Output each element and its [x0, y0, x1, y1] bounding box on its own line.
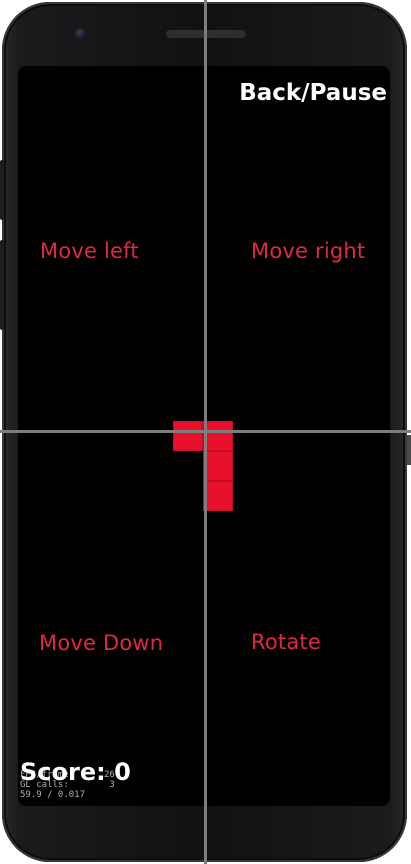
rotate-label: Rotate — [251, 630, 321, 654]
piece-block — [203, 451, 233, 481]
move-down-zone[interactable] — [18, 432, 206, 806]
edge-indicator — [407, 435, 411, 465]
rotate-zone[interactable] — [206, 432, 390, 806]
piece-block — [203, 421, 233, 451]
move-right-label: Move right — [251, 239, 366, 263]
device-frame: Back/Pause Move left Move right Move Dow… — [0, 0, 411, 864]
back-pause-button[interactable]: Back/Pause — [239, 80, 387, 106]
power-button — [0, 160, 4, 220]
piece-block — [203, 481, 233, 511]
horizontal-divider — [0, 430, 411, 433]
front-camera-icon — [75, 28, 86, 39]
move-left-label: Move left — [40, 239, 139, 263]
move-down-label: Move Down — [39, 631, 164, 655]
score-display: Score: 0 — [20, 758, 131, 786]
piece-block — [173, 421, 203, 451]
volume-button — [0, 240, 4, 330]
